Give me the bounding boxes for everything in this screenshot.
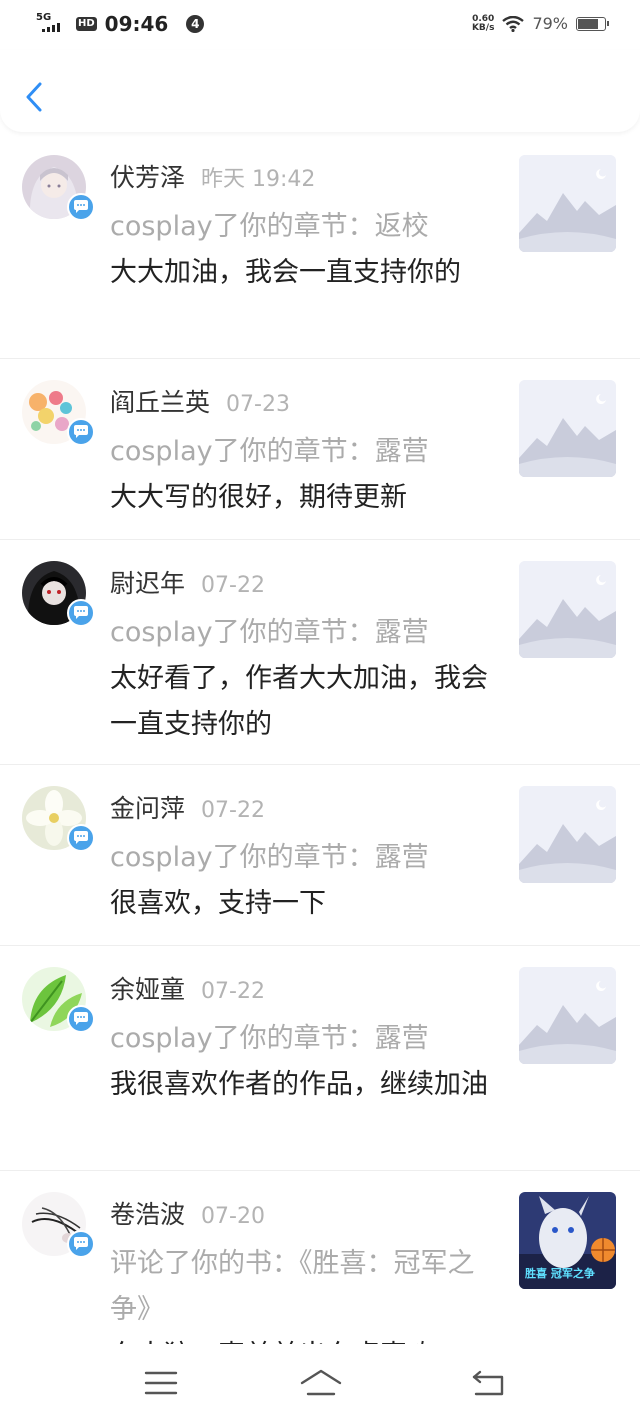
action-text: cosplay了你的章节：返校	[110, 211, 429, 242]
timestamp: 07-20	[201, 1204, 265, 1229]
header	[0, 50, 640, 132]
chapter-thumbnail[interactable]	[519, 380, 616, 477]
list-item[interactable]: 伏芳泽 昨天 19:42 cosplay了你的章节：返校 大大加油，我会一直支持你…	[0, 134, 640, 359]
speed-unit: KB/s	[471, 22, 495, 33]
username[interactable]: 尉迟年	[110, 569, 185, 598]
comment-text: 很喜欢，支持一下	[110, 888, 326, 919]
username[interactable]: 阎丘兰英	[110, 388, 210, 417]
wifi-icon	[502, 15, 525, 32]
comment-text: 太好看了，作者大大加油，我会一直支持你的	[110, 663, 488, 740]
username[interactable]: 余娅童	[110, 975, 185, 1004]
timestamp: 07-23	[226, 392, 290, 417]
action-text: cosplay了你的章节：露营	[110, 842, 429, 873]
action-text: cosplay了你的章节：露营	[110, 436, 429, 467]
comment-badge-icon	[67, 1005, 95, 1033]
menu-icon[interactable]	[144, 1370, 178, 1396]
list-item[interactable]: 余娅童 07-22 cosplay了你的章节：露营 我很喜欢作者的作品，继续加油	[0, 946, 640, 1171]
comment-text: 大大加油，我会一直支持你的	[110, 257, 461, 288]
list-item[interactable]: 尉迟年 07-22 cosplay了你的章节：露营 太好看了，作者大大加油，我会一…	[0, 540, 640, 765]
list-item[interactable]: 金问萍 07-22 cosplay了你的章节：露营 很喜欢，支持一下	[0, 765, 640, 946]
chapter-thumbnail[interactable]	[519, 155, 616, 252]
network-type: 5G	[36, 12, 52, 23]
book-cover-title: 胜喜 冠军之争	[525, 1267, 595, 1280]
comment-badge-icon	[67, 599, 95, 627]
back-nav-icon[interactable]	[470, 1368, 506, 1398]
comment-badge-icon	[67, 824, 95, 852]
chapter-thumbnail[interactable]	[519, 786, 616, 883]
comment-text: 大大写的很好，期待更新	[110, 482, 407, 513]
comment-badge-icon	[67, 193, 95, 221]
signal-icon: 5G	[36, 13, 68, 35]
username[interactable]: 伏芳泽	[110, 163, 185, 192]
battery-icon	[576, 16, 609, 31]
username[interactable]: 卷浩波	[110, 1200, 185, 1229]
action-text: cosplay了你的章节：露营	[110, 1023, 429, 1054]
system-nav-bar	[0, 1344, 640, 1422]
chapter-thumbnail[interactable]	[519, 561, 616, 658]
action-text: cosplay了你的章节：露营	[110, 617, 429, 648]
status-time: 09:46	[104, 12, 169, 36]
timestamp: 07-22	[201, 798, 265, 823]
username[interactable]: 金问萍	[110, 794, 185, 823]
notification-list: 伏芳泽 昨天 19:42 cosplay了你的章节：返校 大大加油，我会一直支持你…	[0, 134, 640, 1411]
battery-percent: 79%	[532, 14, 568, 33]
status-bar: 5G HD 09:46 4 0.60 KB/s 79%	[0, 0, 640, 50]
list-item[interactable]: 阎丘兰英 07-23 cosplay了你的章节：露营 大大写的很好，期待更新	[0, 359, 640, 540]
notification-count: 4	[186, 15, 205, 33]
timestamp: 07-22	[201, 979, 265, 1004]
timestamp: 昨天 19:42	[201, 167, 316, 192]
comment-text: 我很喜欢作者的作品，继续加油	[110, 1069, 488, 1100]
action-text: 评论了你的书：《胜喜：冠军之争》	[110, 1248, 475, 1325]
timestamp: 07-22	[201, 573, 265, 598]
chapter-thumbnail[interactable]	[519, 967, 616, 1064]
comment-badge-icon	[67, 418, 95, 446]
network-speed: 0.60 KB/s	[471, 14, 495, 33]
hd-badge: HD	[76, 17, 97, 31]
home-icon[interactable]	[299, 1368, 343, 1398]
back-icon[interactable]	[20, 78, 50, 116]
comment-badge-icon	[67, 1230, 95, 1258]
book-cover-thumbnail[interactable]: 胜喜 冠军之争	[519, 1192, 616, 1289]
